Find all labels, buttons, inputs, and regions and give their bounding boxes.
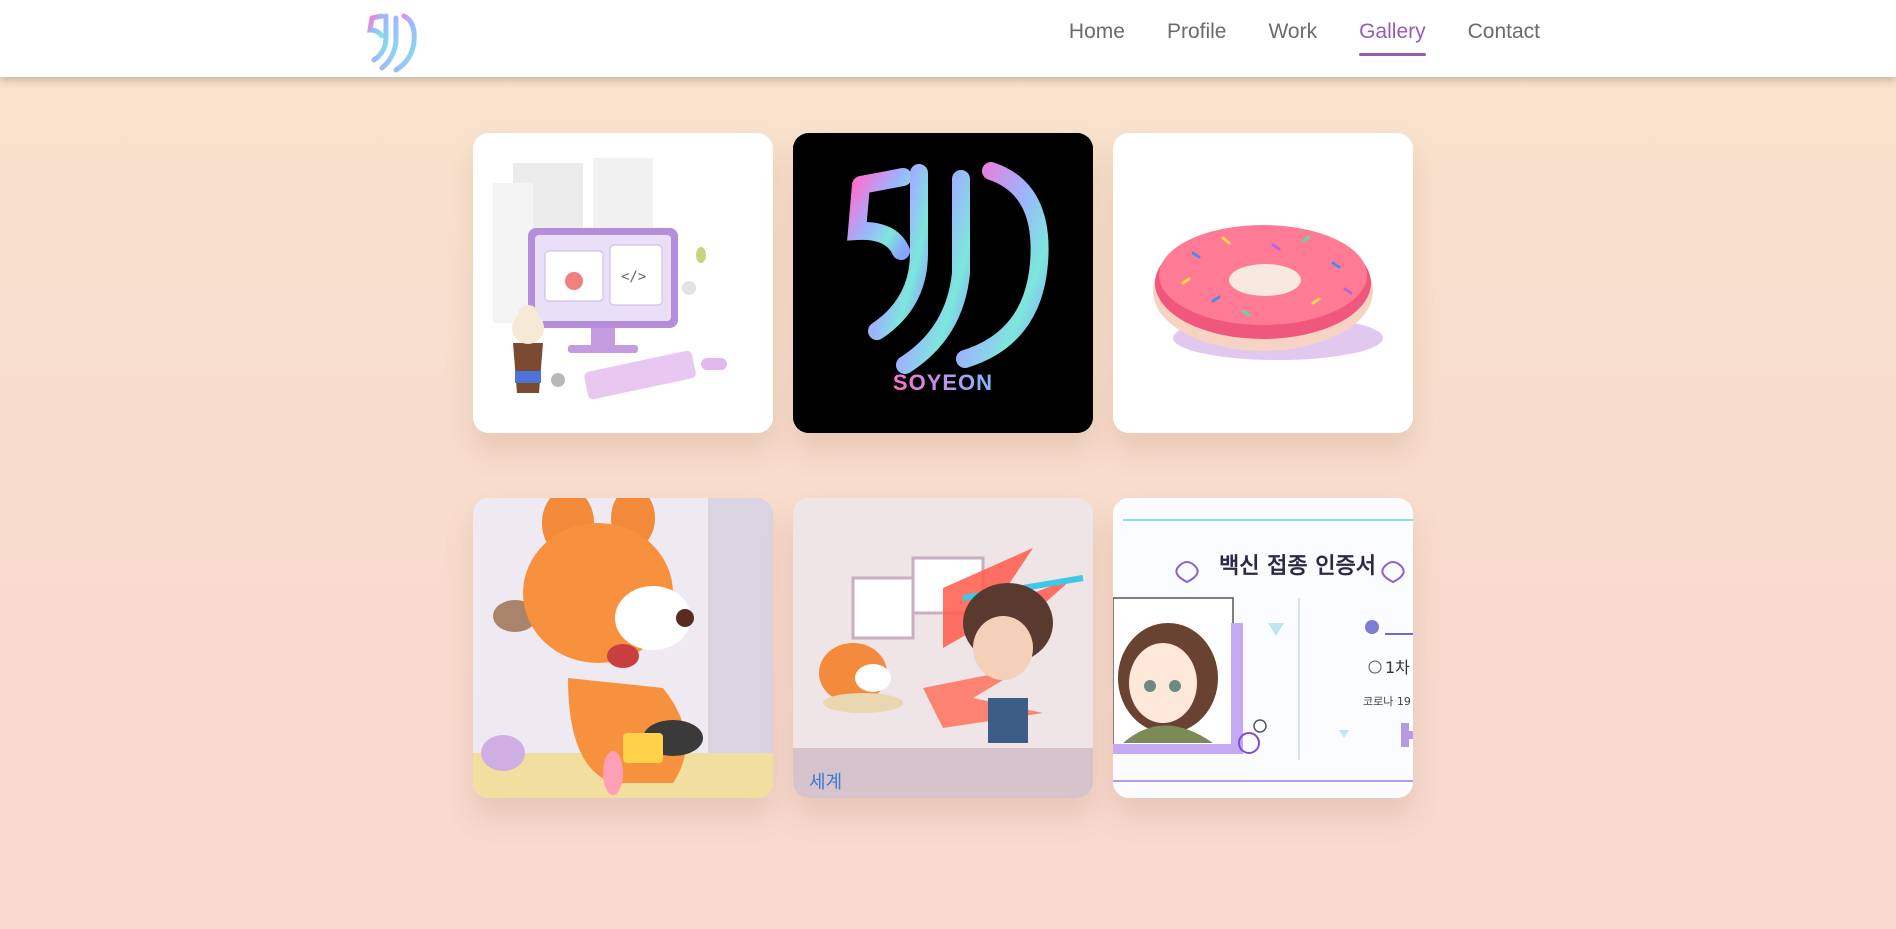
nav-gallery[interactable]: Gallery: [1359, 20, 1426, 56]
gallery-tile-donut[interactable]: [1113, 133, 1413, 433]
main-nav: Home Profile Work Gallery Contact: [1027, 0, 1540, 64]
logo-caption: SOYEON: [893, 370, 993, 395]
animation-scene-image: 세계: [793, 498, 1093, 798]
nav-home[interactable]: Home: [1069, 20, 1125, 44]
certificate-image: 백신 접종 인증서 1차 코로나 19: [1113, 498, 1413, 798]
certificate-line2: 코로나 19: [1363, 695, 1411, 708]
desk-illustration-image: </>: [473, 133, 773, 433]
nav-work[interactable]: Work: [1268, 20, 1317, 44]
nav-profile[interactable]: Profile: [1167, 20, 1227, 44]
gallery-tile-animation[interactable]: 세계: [793, 498, 1093, 798]
certificate-line1: 1차: [1385, 658, 1410, 677]
syn-logo-artwork: SOYEON: [793, 133, 1093, 433]
scene-caption: 세계: [809, 772, 842, 793]
nav-contact[interactable]: Contact: [1468, 20, 1540, 44]
navbar: Home Profile Work Gallery Contact: [0, 0, 1896, 77]
syn-logo-icon[interactable]: [360, 8, 426, 74]
svg-text:</>: </>: [621, 269, 646, 285]
gallery-tile-certificate[interactable]: 백신 접종 인증서 1차 코로나 19: [1113, 498, 1413, 798]
deer-character-image: [473, 498, 773, 798]
gallery-grid: </> SOYEON 세계 백신 접종 인증서 1차 코로나 19: [0, 0, 1896, 929]
donut-image: [1113, 133, 1413, 433]
gallery-tile-desk[interactable]: </>: [473, 133, 773, 433]
gallery-tile-logo[interactable]: SOYEON: [793, 133, 1093, 433]
gallery-tile-deer[interactable]: [473, 498, 773, 798]
certificate-title: 백신 접종 인증서: [1219, 554, 1376, 579]
